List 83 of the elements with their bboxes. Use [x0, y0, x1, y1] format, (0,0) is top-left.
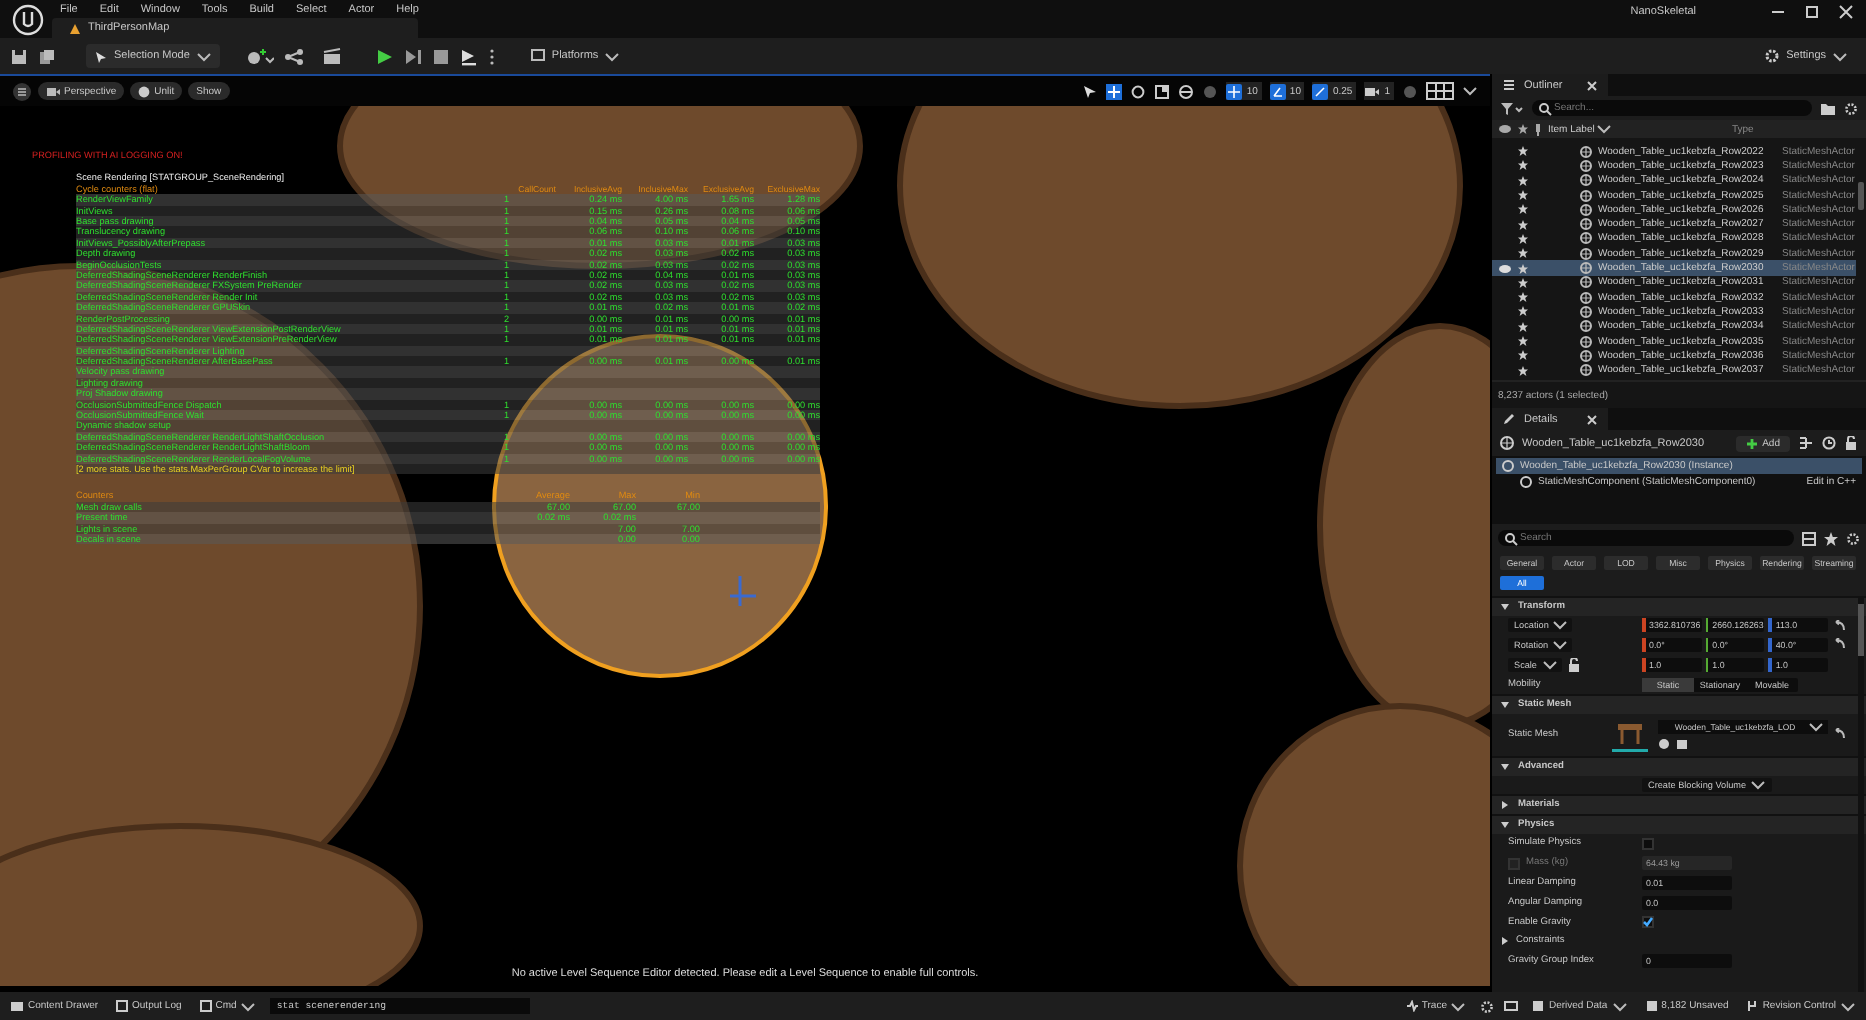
checkmark-icon	[1642, 916, 1654, 929]
monitor-icon[interactable]	[1504, 999, 1519, 1013]
settings-icon[interactable]	[1480, 999, 1495, 1013]
resize-icon	[1312, 83, 1329, 99]
reset-arrow-icon[interactable]	[1832, 619, 1847, 632]
star-icon	[1518, 336, 1528, 346]
star-icon	[1518, 124, 1528, 134]
scrollbar-thumb[interactable]	[1858, 182, 1864, 210]
eye-icon	[1498, 263, 1512, 274]
star-icon[interactable]	[1824, 531, 1838, 545]
star-icon	[1518, 292, 1528, 303]
lock-icon[interactable]	[1567, 657, 1579, 672]
table-view-icon[interactable]	[1802, 531, 1816, 545]
settings-icon[interactable]	[1846, 531, 1860, 545]
close-icon[interactable]	[1838, 4, 1854, 20]
lock-icon[interactable]	[1844, 436, 1858, 450]
star-icon	[1518, 306, 1528, 317]
star-icon	[1518, 233, 1528, 244]
select-icon[interactable]	[1082, 83, 1099, 99]
scrollbar-thumb[interactable]	[1858, 604, 1864, 656]
caret-icon	[604, 49, 621, 63]
list-icon	[1502, 78, 1516, 92]
star-icon	[1518, 175, 1528, 186]
reset-arrow-icon[interactable]	[1832, 728, 1846, 741]
step-icon[interactable]	[403, 47, 422, 65]
eject-icon[interactable]	[459, 47, 478, 65]
caret-icon	[1611, 999, 1628, 1013]
plus-icon	[1746, 437, 1759, 449]
star-icon	[1518, 263, 1528, 274]
caret-icon	[1832, 49, 1848, 63]
star-icon	[1518, 321, 1528, 332]
move-icon[interactable]	[1106, 83, 1123, 99]
caret-icon	[1596, 122, 1613, 136]
search-icon	[1538, 101, 1552, 115]
star-icon	[1518, 350, 1528, 361]
video-camera-icon	[1364, 83, 1381, 99]
grid-icon	[529, 48, 546, 64]
settings-icon	[1764, 48, 1781, 64]
cursor-icon	[94, 49, 108, 63]
checkbox[interactable]	[1642, 837, 1654, 850]
caret-icon	[1840, 999, 1856, 1013]
reset-arrow-icon[interactable]	[1832, 638, 1847, 651]
viewport-menu-icon[interactable]	[12, 81, 32, 101]
star-icon	[1518, 190, 1528, 201]
close-icon[interactable]	[1586, 79, 1598, 91]
caret-icon	[240, 999, 257, 1013]
stop-icon[interactable]	[431, 47, 450, 65]
history-icon[interactable]	[1822, 436, 1836, 450]
star-icon	[1518, 219, 1528, 230]
caret-icon	[1808, 719, 1824, 734]
sphere-icon	[138, 85, 151, 97]
play-icon[interactable]	[375, 47, 394, 65]
globe-icon[interactable]	[1178, 83, 1195, 99]
star-icon	[1518, 204, 1528, 215]
caret-icon	[1450, 999, 1467, 1013]
angle-icon	[1269, 83, 1286, 99]
add-actor-icon[interactable]	[245, 47, 274, 65]
trace-icon	[1405, 1000, 1418, 1012]
caret-icon	[195, 49, 212, 63]
filter-icon[interactable]	[1500, 101, 1524, 115]
mesh-icon	[1500, 436, 1514, 450]
star-icon	[1518, 277, 1528, 288]
star-icon	[1518, 248, 1528, 259]
maximize-icon[interactable]	[1804, 4, 1820, 20]
checkbox[interactable]	[1642, 916, 1654, 929]
star-icon	[1518, 365, 1528, 376]
star-icon	[1518, 146, 1528, 157]
layout-icon[interactable]	[1426, 82, 1454, 100]
pencil-icon	[1502, 412, 1516, 426]
scale-icon[interactable]	[1154, 83, 1171, 99]
grid-snap-icon	[1226, 83, 1243, 99]
more-options-icon[interactable]	[487, 47, 496, 65]
close-icon[interactable]	[1586, 413, 1598, 425]
new-folder-icon[interactable]	[1820, 101, 1836, 115]
settings-icon[interactable]	[1844, 101, 1858, 115]
pin-icon	[1534, 123, 1542, 135]
star-icon	[1518, 160, 1528, 171]
caret-icon[interactable]	[1462, 84, 1478, 98]
caret-icon	[1750, 777, 1767, 792]
rotate-icon[interactable]	[1130, 83, 1147, 99]
search-icon	[1504, 531, 1518, 545]
eye-icon	[1498, 124, 1512, 134]
camera-icon	[46, 85, 60, 97]
